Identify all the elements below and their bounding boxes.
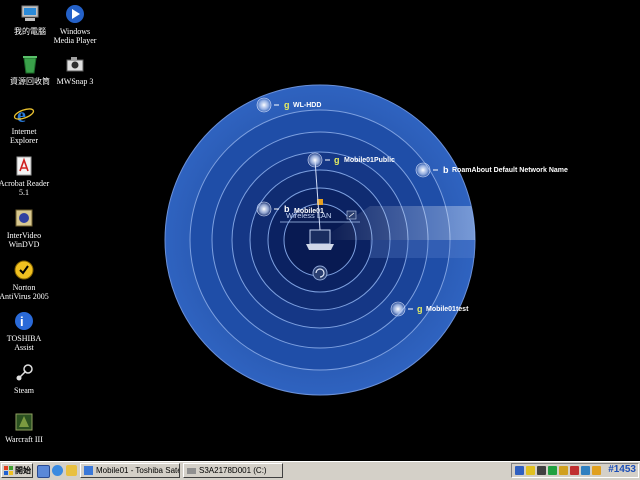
network-grade: b [443,165,449,175]
laptop-icon[interactable] [306,229,334,250]
show-desktop-icon[interactable] [37,465,50,478]
tray-overlay-text: #1453 [608,464,636,475]
center-device-sub: Wireless LAN [286,211,331,220]
taskbar: 開始 Mobile01 - Toshiba Satelli... S3A2178… [0,461,640,480]
network-grade: b [284,204,290,214]
settings-small-icon[interactable] [346,210,357,220]
volume-tray-icon[interactable] [537,466,546,475]
task-label: S3A2178D001 (C:) [199,466,267,475]
network-name: Mobile01Public [344,157,395,164]
task-label: Mobile01 - Toshiba Satelli... [96,466,179,475]
network-grade: g [334,155,340,165]
wireless-tray-icon[interactable] [548,466,557,475]
refresh-icon[interactable] [312,265,328,281]
update-tray-icon[interactable] [592,466,601,475]
power-tray-icon[interactable] [559,466,568,475]
security-tray-icon[interactable] [570,466,579,475]
outlook-express-icon[interactable] [66,465,77,476]
network-name: Mobile01test [426,306,469,313]
network-grade: g [417,304,423,314]
system-tray: #1453 [511,463,639,478]
browser-icon [84,466,93,475]
start-label: 開始 [15,466,31,475]
internet-explorer-quicklaunch-icon[interactable] [52,465,63,476]
wireless-radar: Mobile01 Wireless LAN g WL-HDD g Mobile0… [164,84,568,396]
windows-logo-icon [4,466,13,475]
taskbar-task[interactable]: Mobile01 - Toshiba Satelli... [80,463,180,478]
network-name: RoamAbout Default Network Name [452,167,568,174]
taskbar-task[interactable]: S3A2178D001 (C:) [183,463,283,478]
antivirus-tray-icon[interactable] [526,466,535,475]
display-tray-icon[interactable] [581,466,590,475]
radar-sweep-band [370,240,475,258]
drive-icon [187,467,196,474]
network-tray-icon[interactable] [515,466,524,475]
start-button[interactable]: 開始 [1,463,33,478]
network-name: WL-HDD [293,102,321,109]
desktop: 我的電腦 Windows Media Player 資源回收筒 MWSnap 3… [0,0,640,461]
network-grade: g [284,100,290,110]
